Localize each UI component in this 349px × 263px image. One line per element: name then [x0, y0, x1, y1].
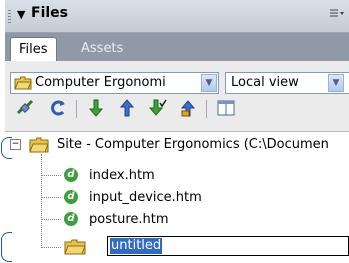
site-file-tree: − Site - Computer Ergonomics (C:\Documen…: [5, 132, 349, 263]
chevron-down-icon[interactable]: ▼: [201, 74, 217, 92]
tab-assets[interactable]: Assets: [73, 37, 131, 61]
refresh-icon[interactable]: [47, 98, 69, 120]
view-select-value: Local view: [231, 75, 299, 90]
tree-root-row[interactable]: − Site - Computer Ergonomics (C:\Documen: [5, 134, 349, 156]
new-folder-name-selection: untitled: [110, 238, 163, 254]
html-file-icon: d: [64, 168, 78, 182]
callout-marker: [1, 232, 12, 262]
site-select[interactable]: Computer Ergonomi ▼: [10, 72, 219, 94]
chevron-down-icon[interactable]: ▼: [328, 74, 344, 92]
tree-file-row[interactable]: d posture.htm: [5, 209, 349, 231]
expand-icon[interactable]: [215, 98, 237, 120]
tree-file-row[interactable]: d input_device.htm: [5, 187, 349, 209]
file-name: index.htm: [89, 168, 155, 183]
toolbar-separator: [76, 100, 77, 118]
panel-gripper[interactable]: [8, 10, 11, 24]
files-panel: ▼ Files Files Assets Computer Ergonomi ▼…: [5, 0, 349, 263]
check-out-icon[interactable]: [147, 98, 169, 120]
tree-guide-line: [41, 247, 61, 248]
file-name: input_device.htm: [89, 190, 202, 205]
view-select[interactable]: Local view ▼: [225, 72, 349, 94]
callout-marker: [1, 137, 12, 159]
file-name: posture.htm: [89, 212, 169, 227]
panel-tabs: Files Assets: [5, 33, 349, 62]
get-icon[interactable]: [85, 98, 107, 120]
files-toolbar-area: Computer Ergonomi ▼ Local view ▼: [5, 61, 349, 132]
html-file-icon: d: [64, 212, 78, 226]
panel-title: Files: [31, 5, 68, 21]
tree-file-row[interactable]: d index.htm: [5, 165, 349, 187]
put-icon[interactable]: [116, 98, 138, 120]
new-folder-name-input[interactable]: untitled: [107, 236, 349, 256]
site-select-value: Computer Ergonomi: [35, 75, 166, 90]
html-file-icon: d: [64, 190, 78, 204]
panel-title-bar[interactable]: ▼ Files: [5, 0, 349, 33]
panel-options-icon[interactable]: [329, 8, 345, 22]
tree-root-label: Site - Computer Ergonomics (C:\Documen: [57, 137, 329, 152]
tab-files[interactable]: Files: [10, 37, 57, 62]
toolbar-separator: [206, 100, 207, 118]
check-in-icon[interactable]: [177, 98, 199, 120]
folder-icon: [64, 239, 86, 259]
site-folder-icon: [14, 76, 32, 93]
site-folder-icon: [29, 137, 49, 161]
collapse-arrow-icon[interactable]: ▼: [17, 8, 25, 21]
connect-icon[interactable]: [14, 98, 36, 120]
